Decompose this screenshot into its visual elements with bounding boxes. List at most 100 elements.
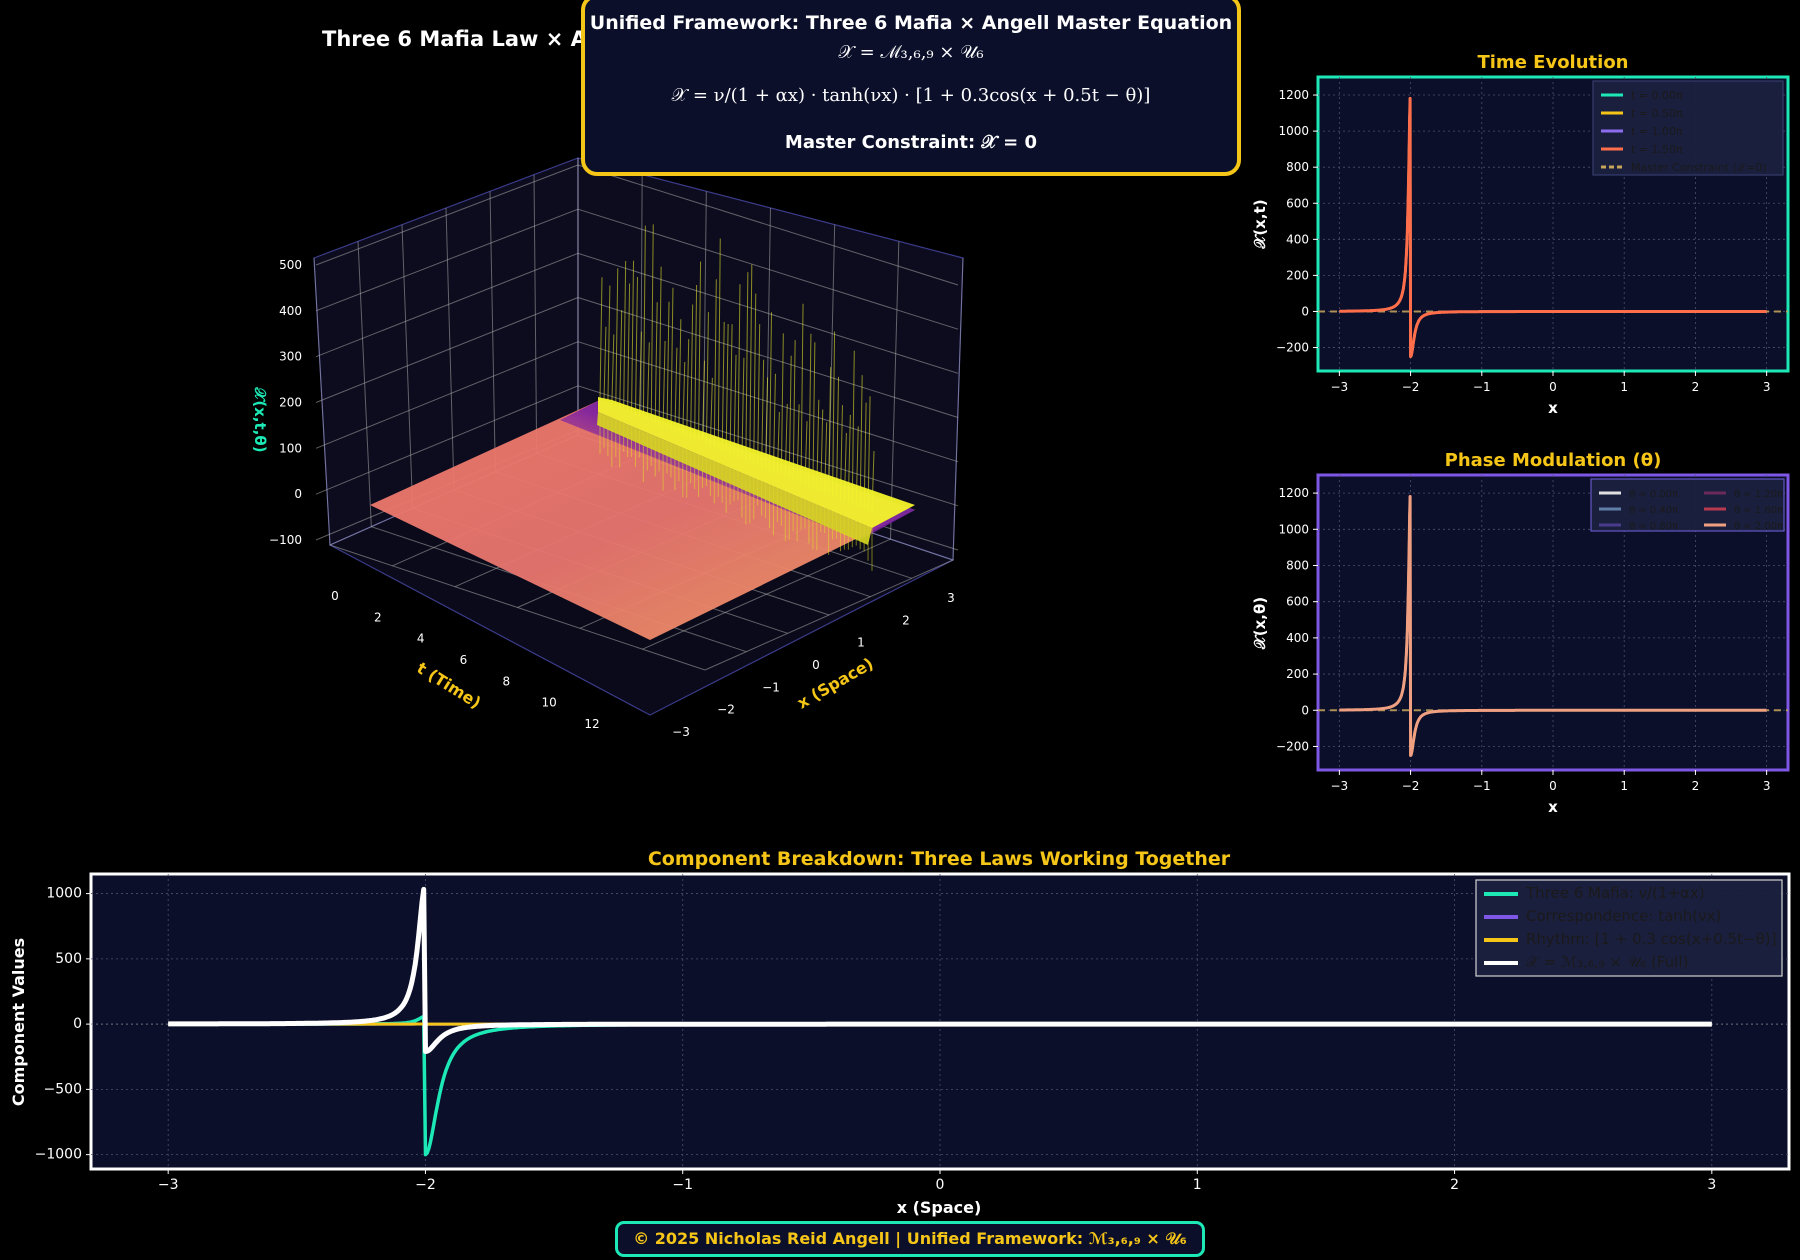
x-tick-label: 3 <box>1763 380 1771 394</box>
y-tick-label: −1000 <box>35 1147 82 1163</box>
legend-label: t = 1.00π <box>1631 125 1683 138</box>
legend-label: Correspondence: tanh(νx) <box>1526 907 1721 925</box>
figure-canvas: Three 6 Mafia Law × Angell Unified Maste… <box>9 27 1791 1217</box>
x-tick-label: −2 <box>415 1177 436 1193</box>
x-tick-label: 0 <box>812 658 820 672</box>
legend-label: t = 0.50π <box>1631 107 1683 120</box>
time-evolution-ylabel: 𝒳(x,t) <box>1251 199 1269 249</box>
time-evolution-xlabel: x <box>1548 399 1558 417</box>
x-tick-label: −1 <box>1473 779 1491 793</box>
t-tick-label: 10 <box>542 696 557 710</box>
legend-label: θ = 0.40π <box>1629 505 1678 516</box>
phase-modulation-title: Phase Modulation (θ) <box>1445 450 1662 471</box>
x-tick-label: −3 <box>158 1177 179 1193</box>
y-tick-label: 800 <box>1286 558 1309 572</box>
tlabel-3d: t (Time) <box>413 658 484 712</box>
x-tick-label: −1 <box>672 1177 693 1193</box>
legend-label: Three 6 Mafia: ν/(1+αx) <box>1525 884 1705 902</box>
x-tick-label: 3 <box>1763 779 1771 793</box>
xlabel-3d: x (Space) <box>794 654 877 713</box>
z-tick-label: 300 <box>279 350 302 364</box>
y-tick-label: −500 <box>44 1081 82 1097</box>
x-tick-label: 1 <box>1620 779 1628 793</box>
x-tick-label: 0 <box>936 1177 945 1193</box>
info-box-constraint: Master Constraint: 𝒳 = 0 <box>784 132 1038 153</box>
x-tick-label: −3 <box>672 725 690 739</box>
legend-label: t = 1.50π <box>1631 143 1683 156</box>
x-tick-label: −3 <box>1331 380 1349 394</box>
x-tick-label: 3 <box>947 591 955 605</box>
x-tick-label: −2 <box>1402 380 1420 394</box>
t-tick-label: 8 <box>503 674 511 688</box>
legend-label: Master Constraint (𝒳=0) <box>1631 161 1767 174</box>
t-tick-label: 12 <box>584 717 599 731</box>
x-tick-label: 1 <box>857 636 865 650</box>
x-tick-label: 1 <box>1193 1177 1202 1193</box>
z-tick-label: −100 <box>269 533 302 547</box>
x-tick-label: 2 <box>1692 779 1700 793</box>
x-tick-label: 1 <box>1620 380 1628 394</box>
zlabel-3d: 𝒳(x,t,θ) <box>251 386 269 452</box>
t-tick-label: 6 <box>460 653 468 667</box>
x-tick-label: 2 <box>1450 1177 1459 1193</box>
y-tick-label: 1200 <box>1278 486 1309 500</box>
y-tick-label: −200 <box>1276 739 1309 753</box>
t-tick-label: 2 <box>374 610 382 624</box>
y-tick-label: 400 <box>1286 631 1309 645</box>
phase-modulation-chart: Phase Modulation (θ) −3 −2 −1 0 1 2 3 −200 0 200 4… <box>1251 450 1790 816</box>
y-tick-label: 1000 <box>1278 522 1309 536</box>
z-tick-label: 400 <box>279 304 302 318</box>
unified-framework-box: Unified Framework: Three 6 Mafia × Angel… <box>581 0 1241 176</box>
y-tick-label: 400 <box>1286 232 1309 246</box>
time-evolution-chart: Time Evolution −3 −2 −1 0 1 2 3 −200 0 200 400 600 8… <box>1251 52 1790 417</box>
y-tick-label: 1000 <box>1278 124 1309 138</box>
legend-label: θ = 2.00π <box>1734 521 1783 532</box>
z-tick-label: 100 <box>279 441 302 455</box>
y-tick-label: 200 <box>1286 667 1309 681</box>
time-evolution-title: Time Evolution <box>1477 52 1628 73</box>
component-breakdown-ylabel: Component Values <box>9 938 28 1106</box>
phase-modulation-xlabel: x <box>1548 798 1558 816</box>
y-tick-label: 1000 <box>46 886 82 902</box>
x-tick-label: 0 <box>1549 380 1557 394</box>
phase-modulation-ylabel: 𝒳(x,θ) <box>1251 597 1269 650</box>
y-tick-label: 0 <box>1301 703 1309 717</box>
y-tick-label: −200 <box>1276 341 1309 355</box>
x-tick-label: 0 <box>1549 779 1557 793</box>
copyright-footer: © 2025 Nicholas Reid Angell | Unified Fr… <box>615 1221 1205 1257</box>
y-tick-label: 0 <box>73 1016 82 1032</box>
y-tick-label: 800 <box>1286 160 1309 174</box>
y-tick-label: 0 <box>1301 304 1309 318</box>
z-tick-label: 0 <box>294 487 302 501</box>
legend-label: θ = 0.80π <box>1629 521 1678 532</box>
component-breakdown-xlabel: x (Space) <box>897 1198 982 1217</box>
z-tick-label: 500 <box>279 258 302 272</box>
legend-label: θ = 1.20π <box>1734 489 1783 500</box>
legend-label: θ = 0.00π <box>1629 489 1678 500</box>
legend-label: Rhythm: [1 + 0.3 cos(x+0.5t−θ)] <box>1526 930 1776 948</box>
x-tick-label: −2 <box>1402 779 1420 793</box>
x-tick-label: 2 <box>902 613 910 627</box>
x-tick-label: −1 <box>762 680 780 694</box>
y-tick-label: 200 <box>1286 268 1309 282</box>
legend-label: θ = 1.60π <box>1734 505 1783 516</box>
legend-label: t = 0.00π <box>1631 89 1683 102</box>
y-tick-label: 600 <box>1286 595 1309 609</box>
y-tick-label: 500 <box>55 951 82 967</box>
x-tick-label: −3 <box>1331 779 1349 793</box>
x-tick-label: −1 <box>1473 380 1491 394</box>
t-tick-label: 0 <box>331 589 339 603</box>
component-breakdown-title: Component Breakdown: Three Laws Working … <box>648 848 1231 870</box>
info-box-header: Unified Framework: Three 6 Mafia × Angel… <box>589 12 1233 34</box>
z-tick-label: 200 <box>279 396 302 410</box>
info-box-equation-2: 𝒳 = ν/(1 + αx) · tanh(νx) · [1 + 0.3cos(… <box>671 85 1151 106</box>
x-tick-label: −2 <box>717 703 735 717</box>
y-tick-label: 600 <box>1286 196 1309 210</box>
info-box-equation-1: 𝒳 = ℳ₃,₆,₉ × 𝒰₆ <box>838 42 984 63</box>
y-tick-label: 1200 <box>1278 88 1309 102</box>
component-breakdown-chart: Component Breakdown: Three Laws Working … <box>9 848 1791 1217</box>
x-tick-label: 3 <box>1707 1177 1716 1193</box>
t-tick-label: 4 <box>417 632 425 646</box>
x-tick-label: 2 <box>1692 380 1700 394</box>
legend-label: 𝒳 = ℳ₃,₆,₉ × 𝒰₆ (Full) <box>1526 953 1688 971</box>
